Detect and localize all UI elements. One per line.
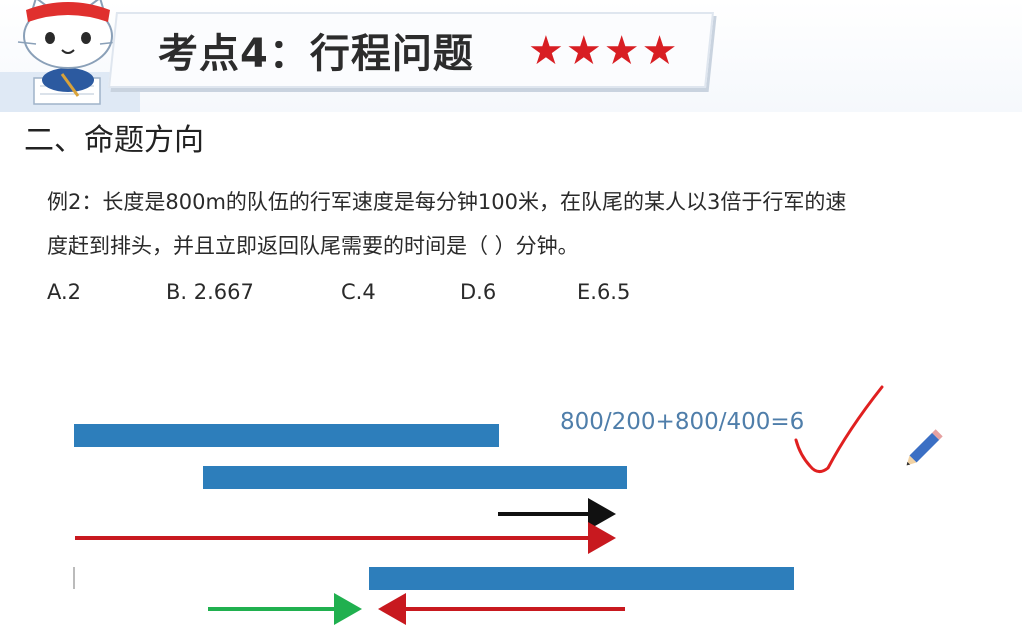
option-c: C.4 xyxy=(341,280,376,304)
checkmark-icon xyxy=(794,385,884,473)
answer-options: A.2 B. 2.667 C.4 D.6 E.6.5 xyxy=(47,274,747,310)
pencil-icon xyxy=(906,429,943,466)
question-text: 例2：长度是800m的队伍的行军速度是每分钟100米，在队尾的某人以3倍于行军的… xyxy=(47,180,1007,268)
troop-bar-final xyxy=(369,567,794,590)
question-line-2: 度赶到排头，并且立即返回队尾需要的时间是（ ）分钟。 xyxy=(47,234,579,258)
option-a: A.2 xyxy=(47,280,82,304)
section-heading: 二、命题方向 xyxy=(24,123,204,158)
handwritten-formula: 800/200+800/400=6 xyxy=(560,409,805,435)
page-title: 考点4：行程问题 xyxy=(158,31,474,77)
start-marker xyxy=(73,567,75,589)
difficulty-stars: ★★★★ xyxy=(528,28,680,74)
troop-bar-initial xyxy=(74,424,499,447)
option-e: E.6.5 xyxy=(577,280,631,304)
troop-bar-moved xyxy=(203,466,627,489)
option-d: D.6 xyxy=(460,280,497,304)
option-b: B. 2.667 xyxy=(166,280,254,304)
question-line-1: 例2：长度是800m的队伍的行军速度是每分钟100米，在队尾的某人以3倍于行军的… xyxy=(47,190,847,214)
